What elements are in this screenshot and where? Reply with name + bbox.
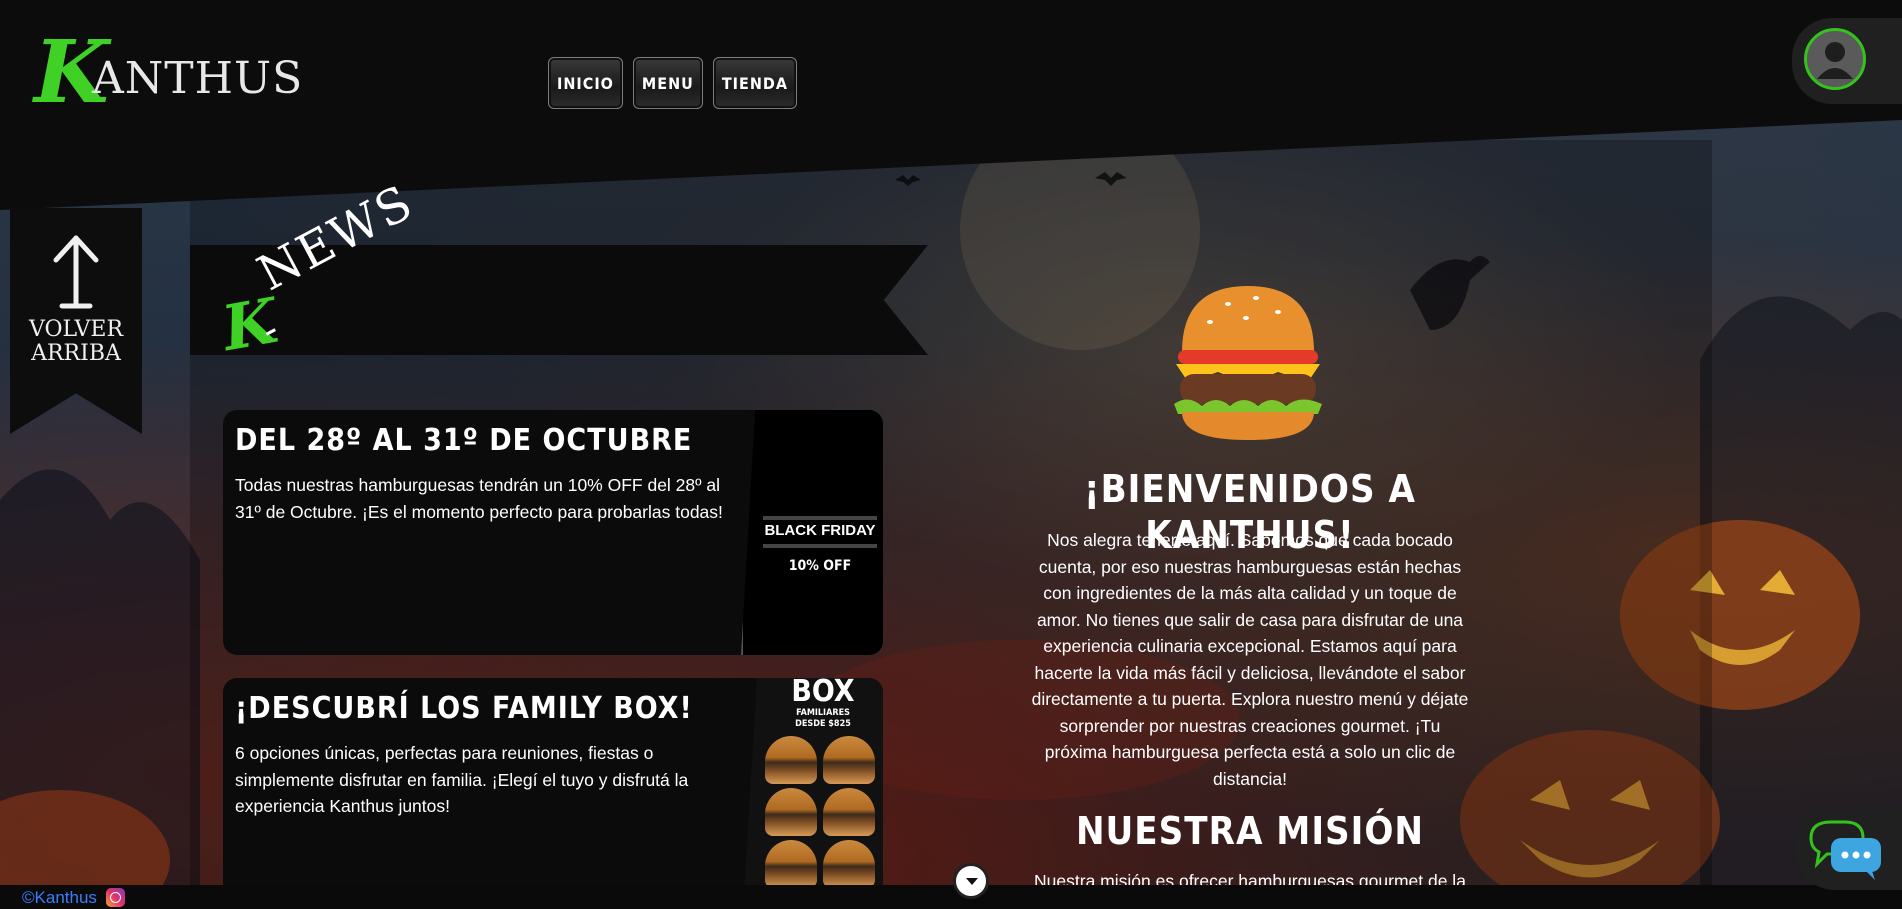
- copyright-link[interactable]: ©Kanthus: [22, 888, 97, 908]
- news-card-title: ¡DESCUBRÍ LOS FAMILY BOX!: [235, 691, 693, 726]
- box-subtitle-line1: FAMILIARES: [796, 708, 850, 718]
- black-friday-image: BLACK FRIDAY 10% OFF: [741, 410, 883, 655]
- back-to-top-line1: VOLVER: [28, 317, 124, 342]
- welcome-text: Nos alegra tenerte aquí. Sabemos que cad…: [1031, 530, 1469, 789]
- burger-photo: [823, 788, 875, 836]
- burger-photo: [765, 788, 817, 836]
- scroll-down-button[interactable]: [953, 863, 989, 899]
- instagram-icon[interactable]: [106, 888, 125, 907]
- decorative-line: [763, 544, 877, 548]
- news-card-title: DEL 28º AL 31º DE OCTUBRE: [235, 423, 693, 458]
- black-friday-title: BLACK FRIDAY: [764, 522, 876, 539]
- box-title: BOX: [791, 678, 855, 709]
- main-nav: INICIO MENU TIENDA: [548, 57, 797, 109]
- burger-photo: [823, 840, 875, 888]
- news-card-text: 6 opciones únicas, perfectas para reunio…: [235, 743, 689, 816]
- box-subtitle-line2: DESDE $825: [795, 719, 851, 729]
- nav-inicio-button[interactable]: INICIO: [548, 57, 623, 109]
- back-to-top-line2: ARRIBA: [31, 341, 121, 366]
- burger-photo: [823, 736, 875, 784]
- decorative-line: [763, 516, 877, 520]
- mission-title: NUESTRA MISIÓN: [1075, 809, 1425, 853]
- black-friday-discount: 10% OFF: [788, 558, 852, 574]
- user-menu[interactable]: [1792, 18, 1902, 104]
- k-news-heading: K - NEWS: [215, 174, 435, 372]
- nav-menu-button[interactable]: MENU: [632, 57, 703, 109]
- burger-emoji-icon: [1174, 286, 1322, 440]
- user-avatar-icon[interactable]: [1804, 28, 1866, 90]
- footer: ©Kanthus: [0, 885, 1902, 909]
- logo-wordmark: ANTHUS: [92, 53, 304, 104]
- kanthus-logo[interactable]: K ANTHUS: [34, 28, 302, 118]
- chat-bubbles-icon: [1809, 820, 1881, 880]
- back-to-top-label: VOLVER ARRIBA: [10, 318, 142, 366]
- news-card[interactable]: DEL 28º AL 31º DE OCTUBRE Todas nuestras…: [223, 410, 883, 655]
- box-subtitle: FAMILIARES DESDE $825: [763, 708, 883, 730]
- news-card-text: Todas nuestras hamburguesas tendrán un 1…: [235, 475, 723, 522]
- chat-button[interactable]: [1795, 808, 1902, 890]
- nav-tienda-button[interactable]: TIENDA: [712, 57, 797, 109]
- burger-photo: [765, 840, 817, 888]
- burger-photo: [765, 736, 817, 784]
- news-card[interactable]: ¡DESCUBRÍ LOS FAMILY BOX! 6 opciones úni…: [223, 678, 883, 909]
- family-box-image: BOX FAMILIARES DESDE $825: [743, 678, 883, 909]
- arrow-up-icon: [53, 235, 99, 309]
